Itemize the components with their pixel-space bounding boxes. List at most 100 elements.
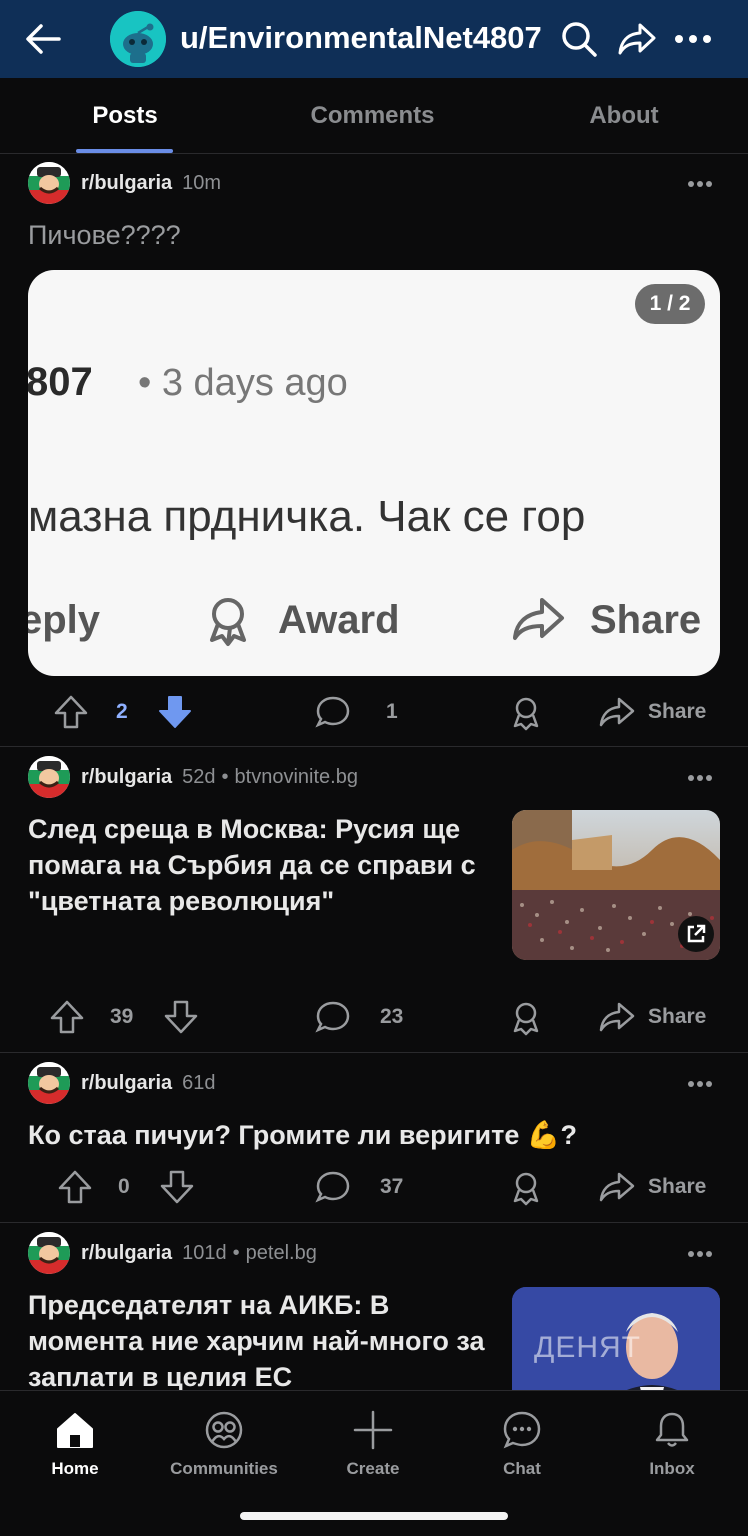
profile-tabs: Posts Comments About [0,78,748,154]
post-card[interactable]: r/bulgaria 101d • petel.bg Председателят… [0,1223,748,1390]
post-title[interactable]: Ко стаа пичуи? Громите ли веригите 💪? [28,1117,577,1153]
share-button[interactable]: Share [598,682,706,742]
subreddit-name[interactable]: r/bulgaria [81,1242,172,1265]
subreddit-name[interactable]: r/bulgaria [81,766,172,789]
subreddit-avatar[interactable] [28,1232,70,1274]
downvote-icon [160,1170,194,1204]
top-bar: u/EnvironmentalNet4807 [0,0,748,78]
share-icon [513,598,564,640]
link-thumbnail[interactable] [512,810,720,960]
upvote-icon [58,1170,92,1204]
nav-inbox[interactable]: Inbox [597,1399,747,1489]
post-age: 52d [182,765,216,788]
nav-label: Communities [170,1459,278,1478]
post-card[interactable]: r/bulgaria 10m Пичове???? 1 / 2 807 • 3 … [0,155,748,747]
upvote-button[interactable] [52,682,90,742]
post-actions: 39 23 Share [0,987,748,1047]
thumbnail-overlay-text: ДЕНЯТ [534,1331,641,1364]
nav-label: Create [346,1459,400,1478]
post-card[interactable]: r/bulgaria 61d Ко стаа пичуи? Громите ли… [0,1053,748,1223]
award-button[interactable] [507,987,545,1047]
downvote-button[interactable] [156,682,194,742]
comment-count: 37 [380,1175,404,1198]
tab-about[interactable]: About [565,78,683,154]
downvote-icon [159,696,191,728]
subreddit-name[interactable]: r/bulgaria [81,1072,172,1095]
post-card[interactable]: r/bulgaria 52d • btvnovinite.bg След сре… [0,747,748,1053]
award-icon [210,598,246,646]
image-text-line: 807 [28,360,93,404]
bell-icon [655,1412,689,1447]
post-meta: r/bulgaria 10m [28,162,222,204]
bulgaria-mascot-icon [28,1232,70,1274]
tab-posts[interactable]: Posts [60,78,190,154]
more-icon [675,35,711,43]
post-title[interactable]: След среща в Москва: Русия ще помага на … [28,811,503,919]
post-meta: r/bulgaria 61d [28,1062,216,1104]
search-icon [562,22,597,57]
comment-icon [315,1171,350,1203]
link-domain[interactable]: petel.bg [246,1242,317,1265]
more-icon [688,181,712,187]
comment-icon [315,696,350,728]
downvote-button[interactable] [158,1157,196,1217]
award-button[interactable] [507,1157,545,1217]
share-profile-button[interactable] [614,16,660,62]
subreddit-avatar[interactable] [28,756,70,798]
image-text-line: Share [590,598,702,642]
more-icon [688,775,712,781]
nav-home[interactable]: Home [0,1399,150,1489]
share-button[interactable]: Share [598,987,706,1047]
more-options-button[interactable] [670,16,716,62]
post-more-button[interactable] [682,169,718,199]
post-title[interactable]: Председателят на АИКБ: В момента ние хар… [28,1287,503,1390]
comments-button[interactable] [314,987,352,1047]
subreddit-avatar[interactable] [28,1062,70,1104]
nav-create[interactable]: Create [298,1399,448,1489]
comment-icon [315,1001,350,1033]
image-text-line: • 3 days ago [138,362,348,404]
external-link-icon [687,924,706,943]
tab-comments[interactable]: Comments [295,78,450,154]
post-more-button[interactable] [682,763,718,793]
comments-button[interactable] [314,1157,352,1217]
search-button[interactable] [556,16,602,62]
share-icon [599,697,635,727]
link-thumbnail[interactable]: ДЕНЯТ [512,1287,720,1390]
share-icon [599,1002,635,1032]
image-text-line: eply [28,598,101,642]
more-icon [688,1081,712,1087]
chat-icon [503,1411,541,1449]
award-button[interactable] [507,682,545,742]
post-age: 61d [182,1071,216,1094]
award-icon [513,697,539,731]
link-domain[interactable]: btvnovinite.bg [235,766,358,789]
more-icon [688,1251,712,1257]
award-icon [513,1172,539,1206]
subreddit-avatar[interactable] [28,162,70,204]
nav-communities[interactable]: Communities [149,1399,299,1489]
subreddit-name[interactable]: r/bulgaria [81,172,172,195]
post-actions: 0 37 Share [0,1157,748,1217]
nav-label: Home [51,1459,99,1478]
upvote-button[interactable] [48,987,86,1047]
meta-separator: • [221,765,229,788]
share-button[interactable]: Share [598,1157,706,1217]
plus-icon [353,1410,393,1450]
comments-button[interactable] [314,682,352,742]
meta-separator: • [232,1241,240,1264]
upvote-icon [50,1000,84,1034]
user-avatar[interactable] [110,11,166,67]
post-more-button[interactable] [682,1069,718,1099]
post-title[interactable]: Пичове???? [28,217,181,253]
nav-chat[interactable]: Chat [447,1399,597,1489]
back-button[interactable] [18,14,68,64]
image-text-line: мазна прдничка. Чак се гор [28,492,586,541]
downvote-button[interactable] [162,987,200,1047]
upvote-button[interactable] [56,1157,94,1217]
posts-feed[interactable]: r/bulgaria 10m Пичове???? 1 / 2 807 • 3 … [0,155,748,1390]
home-icon [57,1413,93,1448]
post-more-button[interactable] [682,1239,718,1269]
post-image[interactable]: 1 / 2 807 • 3 days ago мазна прдничка. Ч… [28,270,720,676]
post-age: 10m [182,171,222,194]
